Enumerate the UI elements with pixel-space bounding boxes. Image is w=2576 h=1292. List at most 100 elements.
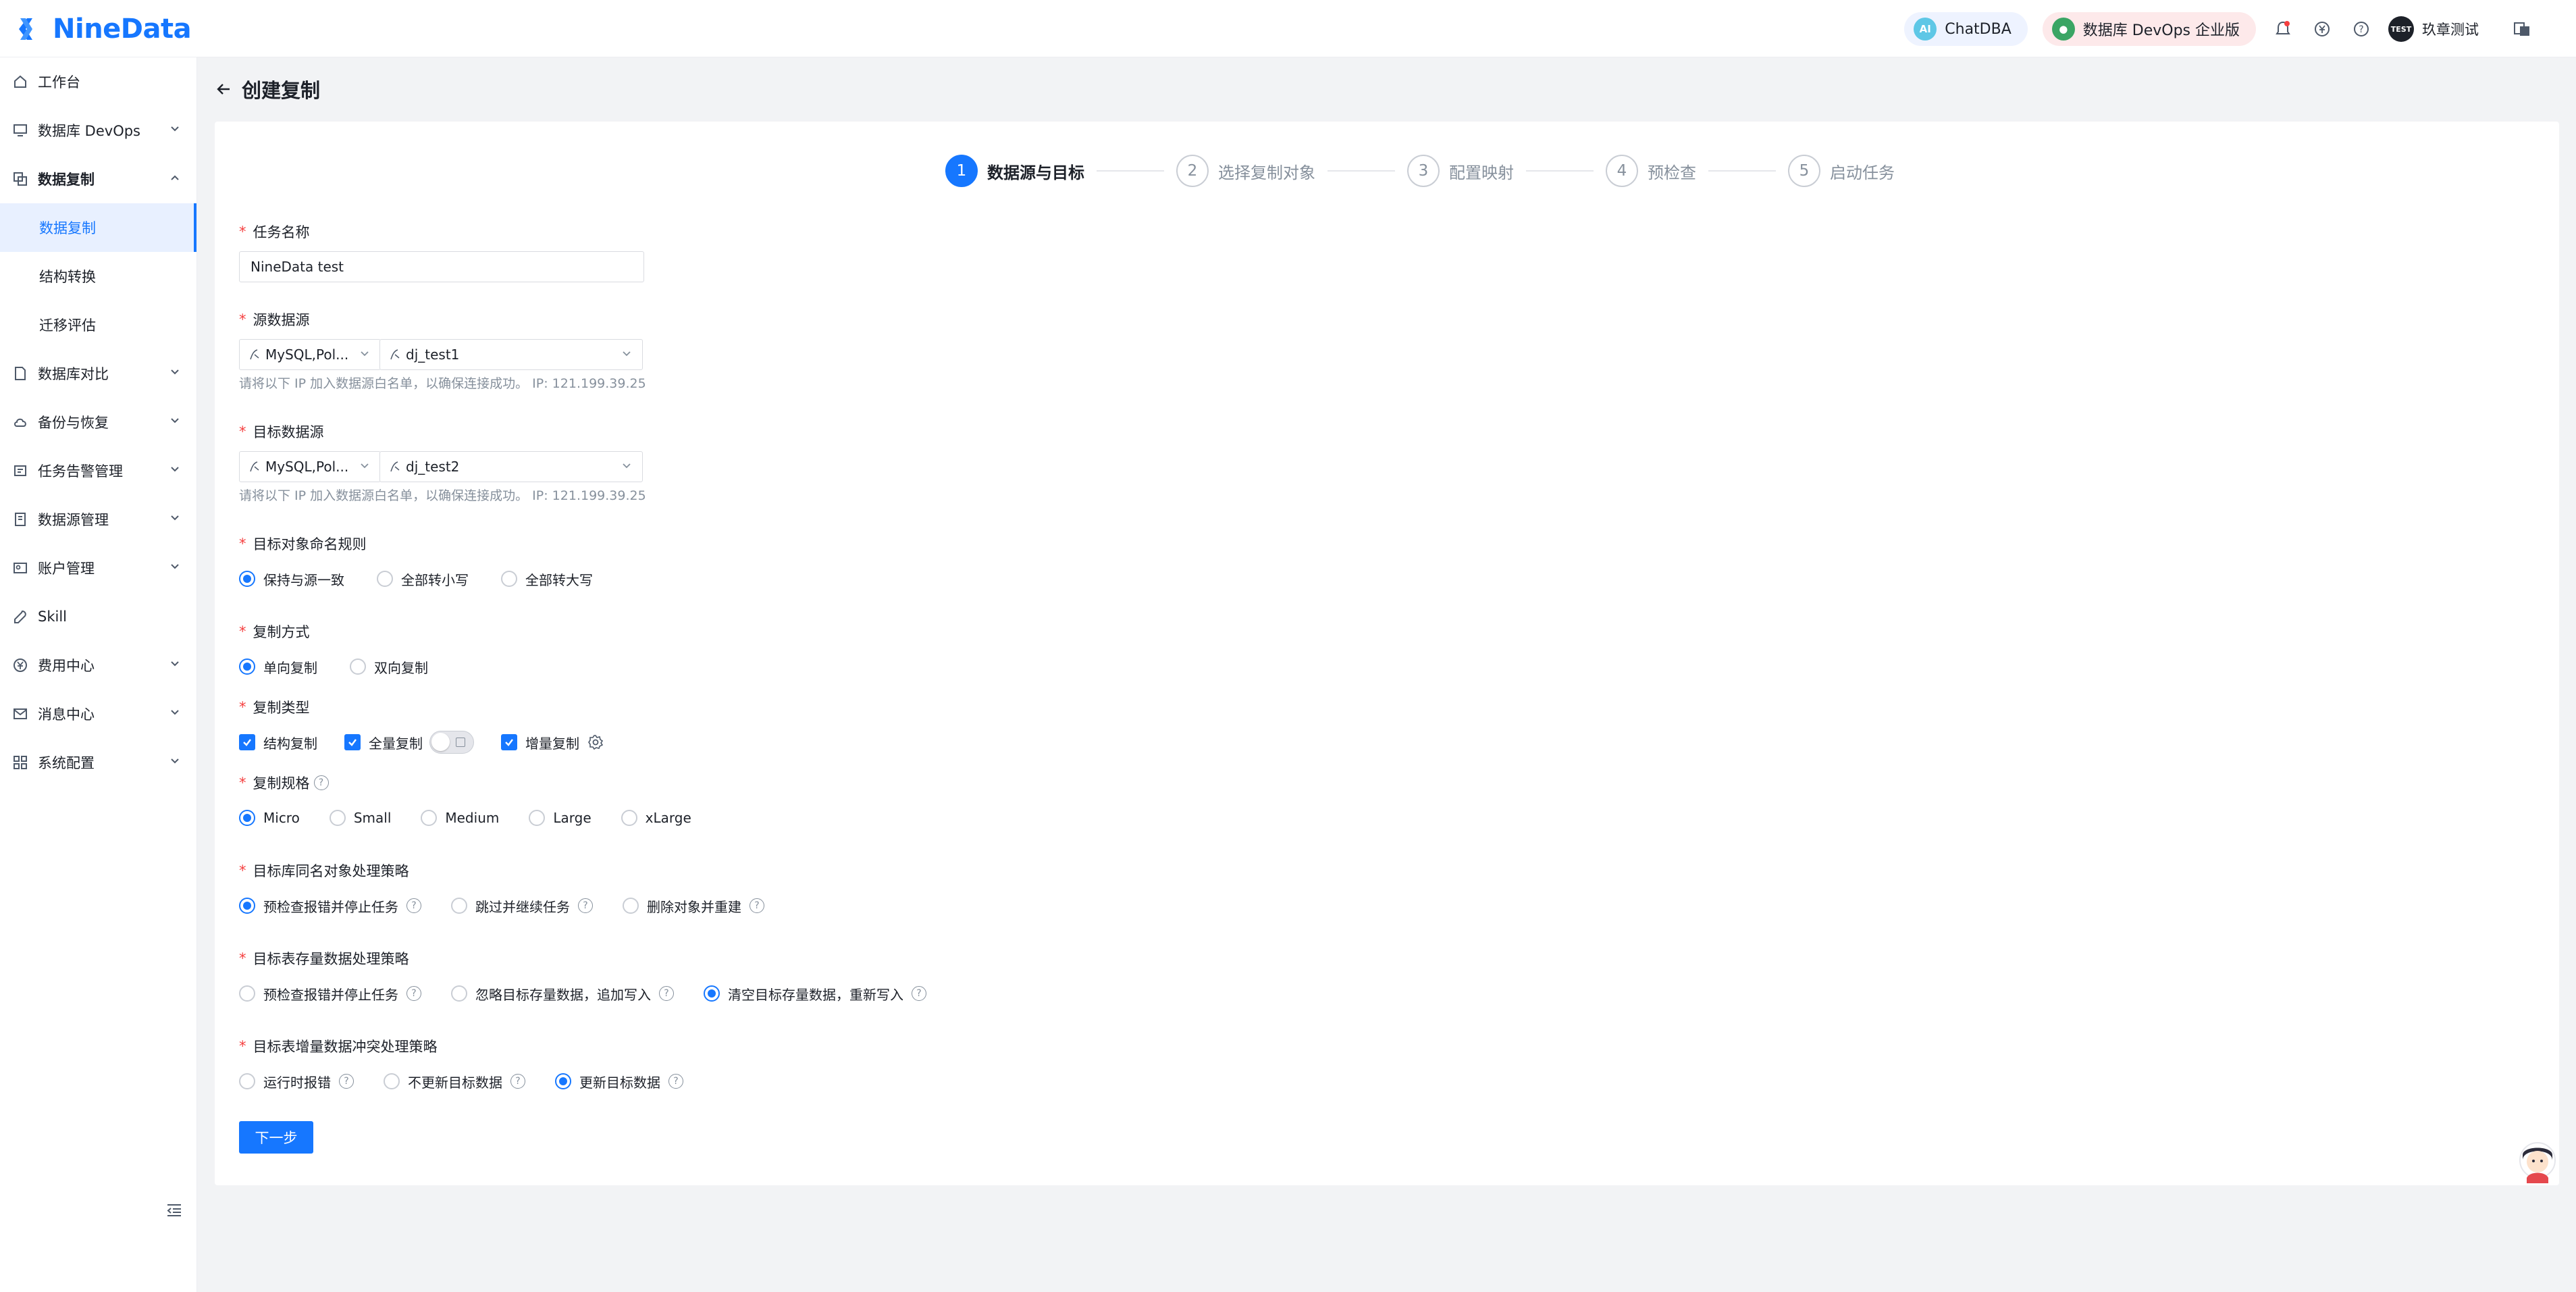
logo[interactable]: NineData — [15, 12, 192, 46]
sidebar-subitem-schema-conversion[interactable]: 结构转换 — [0, 252, 196, 301]
radio[interactable] — [239, 571, 255, 587]
copy-mode-one-way[interactable]: 单向复制 — [239, 657, 317, 677]
radio[interactable] — [555, 1073, 571, 1089]
radio[interactable] — [384, 1073, 400, 1089]
radio[interactable] — [529, 810, 546, 826]
naming-rule-lower[interactable]: 全部转小写 — [377, 569, 469, 589]
help-icon[interactable]: ? — [2349, 17, 2373, 41]
assistant-avatar-icon[interactable] — [2516, 1140, 2559, 1186]
conflict-update-target[interactable]: 更新目标数据? — [555, 1072, 683, 1091]
sidebar-item-db-compare[interactable]: 数据库对比 — [0, 349, 196, 398]
copy-type-incremental[interactable]: 增量复制 — [501, 733, 579, 752]
naming-rule-upper[interactable]: 全部转大写 — [501, 569, 593, 589]
checkbox[interactable] — [344, 734, 361, 750]
help-icon[interactable]: ? — [339, 1074, 354, 1089]
radio[interactable] — [704, 985, 720, 1002]
radio[interactable] — [239, 658, 255, 675]
step-3[interactable]: 3 配置映射 — [1407, 155, 1514, 187]
next-button[interactable]: 下一步 — [239, 1121, 313, 1154]
step-4[interactable]: 4 预检查 — [1606, 155, 1696, 187]
notification-bell-icon[interactable] — [2271, 17, 2295, 41]
chatdba-button[interactable]: AI ChatDBA — [1904, 12, 2028, 46]
same-name-drop-rebuild[interactable]: 删除对象并重建? — [623, 896, 764, 916]
naming-rule-same[interactable]: 保持与源一致 — [239, 569, 344, 589]
spec-large[interactable]: Large — [529, 810, 592, 826]
spec-micro[interactable]: Micro — [239, 810, 300, 826]
full-copy-toggle[interactable] — [429, 731, 474, 754]
task-name-input[interactable]: NineData test — [239, 251, 644, 282]
collapse-sidebar-icon[interactable] — [165, 1201, 184, 1220]
sidebar-item-account[interactable]: 账户管理 — [0, 544, 196, 592]
help-icon[interactable]: ? — [750, 898, 764, 913]
existing-data-precheck-stop[interactable]: 预检查报错并停止任务? — [239, 984, 421, 1004]
radio[interactable] — [239, 810, 255, 826]
existing-data-truncate-rewrite[interactable]: 清空目标存量数据，重新写入? — [704, 984, 926, 1004]
radio[interactable] — [350, 658, 366, 675]
sidebar-subitem-migration-assessment[interactable]: 迁移评估 — [0, 301, 196, 349]
radio[interactable] — [621, 810, 637, 826]
gear-icon[interactable] — [587, 734, 604, 750]
sidebar-item-label: Skill — [38, 609, 67, 625]
sidebar-item-alarm[interactable]: 任务告警管理 — [0, 446, 196, 495]
step-1[interactable]: 1 数据源与目标 — [945, 155, 1084, 187]
radio[interactable] — [451, 985, 467, 1002]
radio[interactable] — [451, 898, 467, 914]
checkbox[interactable] — [501, 734, 517, 750]
target-type-select[interactable]: MySQL,Pol... — [239, 451, 381, 482]
help-icon[interactable]: ? — [406, 986, 421, 1001]
same-name-precheck-stop[interactable]: 预检查报错并停止任务? — [239, 896, 421, 916]
sidebar-item-replication[interactable]: 数据复制 — [0, 155, 196, 203]
target-datasource-select[interactable]: dj_test2 — [379, 451, 643, 482]
sidebar-item-label: 数据源管理 — [38, 512, 109, 528]
alarm-icon — [12, 463, 28, 479]
radio[interactable] — [329, 810, 346, 826]
back-arrow-icon[interactable] — [215, 80, 232, 98]
help-icon[interactable]: ? — [912, 986, 926, 1001]
sidebar-item-skill[interactable]: Skill — [0, 592, 196, 641]
help-icon[interactable]: ? — [406, 898, 421, 913]
sidebar-item-system-config[interactable]: 系统配置 — [0, 738, 196, 787]
spec-medium[interactable]: Medium — [421, 810, 499, 826]
sidebar-item-billing[interactable]: 费用中心 — [0, 641, 196, 690]
avatar[interactable]: TEST — [2388, 16, 2414, 42]
sidebar-item-datasource[interactable]: 数据源管理 — [0, 495, 196, 544]
language-switch-icon[interactable] — [2510, 17, 2534, 41]
existing-data-append[interactable]: 忽略目标存量数据，追加写入? — [451, 984, 674, 1004]
step-2[interactable]: 2 选择复制对象 — [1176, 155, 1315, 187]
devops-edition-button[interactable]: ● 数据库 DevOps 企业版 — [2042, 12, 2256, 46]
chevron-down-icon — [171, 467, 179, 472]
radio[interactable] — [239, 1073, 255, 1089]
help-icon[interactable]: ? — [313, 775, 329, 790]
radio[interactable] — [623, 898, 639, 914]
page-header: 创建复制 — [215, 73, 320, 105]
copy-type-schema[interactable]: 结构复制 — [239, 733, 317, 752]
radio[interactable] — [501, 571, 517, 587]
currency-icon[interactable] — [2310, 17, 2334, 41]
sidebar-subitem-replication[interactable]: 数据复制 — [0, 203, 196, 252]
copy-mode-two-way[interactable]: 双向复制 — [350, 657, 428, 677]
sidebar-item-workbench[interactable]: 工作台 — [0, 57, 196, 106]
source-type-select[interactable]: MySQL,Pol... — [239, 339, 381, 370]
sidebar-item-backup-restore[interactable]: 备份与恢复 — [0, 398, 196, 446]
conflict-no-update[interactable]: 不更新目标数据? — [384, 1072, 525, 1091]
chevron-down-icon — [171, 564, 179, 569]
sidebar-item-messages[interactable]: 消息中心 — [0, 690, 196, 738]
help-icon[interactable]: ? — [659, 986, 674, 1001]
radio[interactable] — [377, 571, 393, 587]
radio[interactable] — [239, 898, 255, 914]
help-icon[interactable]: ? — [668, 1074, 683, 1089]
radio[interactable] — [421, 810, 438, 826]
radio[interactable] — [239, 985, 255, 1002]
help-icon[interactable]: ? — [578, 898, 593, 913]
sidebar-item-devops[interactable]: 数据库 DevOps — [0, 106, 196, 155]
spec-small[interactable]: Small — [329, 810, 391, 826]
user-name[interactable]: 玖章测试 — [2422, 19, 2479, 39]
checkbox[interactable] — [239, 734, 255, 750]
copy-type-full[interactable]: 全量复制 — [344, 733, 423, 752]
spec-xlarge[interactable]: xLarge — [621, 810, 691, 826]
same-name-skip-continue[interactable]: 跳过并继续任务? — [451, 896, 593, 916]
help-icon[interactable]: ? — [510, 1074, 525, 1089]
step-5[interactable]: 5 启动任务 — [1788, 155, 1895, 187]
source-datasource-select[interactable]: dj_test1 — [379, 339, 643, 370]
conflict-runtime-error[interactable]: 运行时报错? — [239, 1072, 354, 1091]
